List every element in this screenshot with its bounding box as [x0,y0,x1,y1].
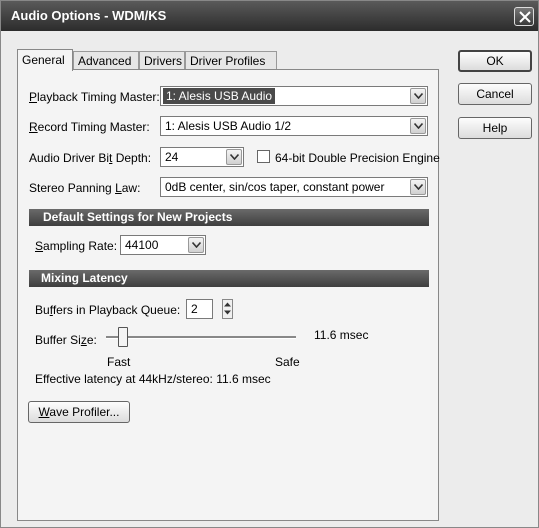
ok-button[interactable]: OK [458,50,532,72]
buffer-size-label: Buffer Size: [35,333,97,347]
tab-general[interactable]: General [17,49,73,71]
mixing-latency-header: Mixing Latency [29,270,429,287]
general-panel: Playback Timing Master: 1: Alesis USB Au… [17,69,440,521]
chevron-down-icon[interactable] [410,179,426,195]
chevron-down-icon[interactable] [188,237,204,253]
audio-options-dialog: Audio Options - WDM/KS General Advanced … [0,0,539,528]
tab-advanced[interactable]: Advanced [73,51,139,69]
chevron-down-icon[interactable] [226,149,242,165]
default-settings-header: Default Settings for New Projects [29,209,429,226]
chevron-down-icon[interactable] [410,88,426,104]
cancel-button[interactable]: Cancel [458,83,532,105]
buffers-input[interactable]: 2 [186,299,213,319]
slider-safe-label: Safe [275,355,300,369]
panning-law-select[interactable]: 0dB center, sin/cos taper, constant powe… [160,177,428,197]
bit-depth-select[interactable]: 24 [160,147,244,167]
record-timing-select[interactable]: 1: Alesis USB Audio 1/2 [160,116,428,136]
effective-latency-text: Effective latency at 44kHz/stereo: 11.6 … [35,372,271,386]
close-button[interactable] [514,7,534,26]
playback-timing-select[interactable]: 1: Alesis USB Audio [160,86,428,106]
buffers-label: Buffers in Playback Queue: [35,303,181,317]
chevron-down-icon[interactable] [410,118,426,134]
buffer-size-slider[interactable] [118,327,129,347]
window-title: Audio Options - WDM/KS [11,8,167,23]
title-bar[interactable]: Audio Options - WDM/KS [1,1,538,31]
bit-depth-label: Audio Driver Bit Depth: [29,151,152,165]
double-precision-label: 64-bit Double Precision Engine [275,151,440,165]
spin-down-icon[interactable] [223,309,232,318]
slider-fast-label: Fast [107,355,131,369]
help-button[interactable]: Help [458,117,532,139]
spin-up-icon[interactable] [223,300,232,309]
tab-drivers[interactable]: Drivers [139,51,185,69]
playback-timing-label: Playback Timing Master: [29,90,160,104]
buffers-spinner[interactable] [222,299,233,319]
tab-driver-profiles[interactable]: Driver Profiles [185,51,277,69]
record-timing-label: Record Timing Master: [29,120,150,134]
wave-profiler-button[interactable]: Wave Profiler... [28,401,130,423]
buffer-size-value: 11.6 msec [314,328,369,342]
sampling-rate-select[interactable]: 44100 [120,235,206,255]
close-icon [519,11,531,23]
buffer-size-track[interactable] [106,336,296,339]
sampling-rate-label: Sampling Rate: [35,239,118,253]
double-precision-checkbox[interactable] [257,150,270,163]
panning-law-label: Stereo Panning Law: [29,181,141,195]
